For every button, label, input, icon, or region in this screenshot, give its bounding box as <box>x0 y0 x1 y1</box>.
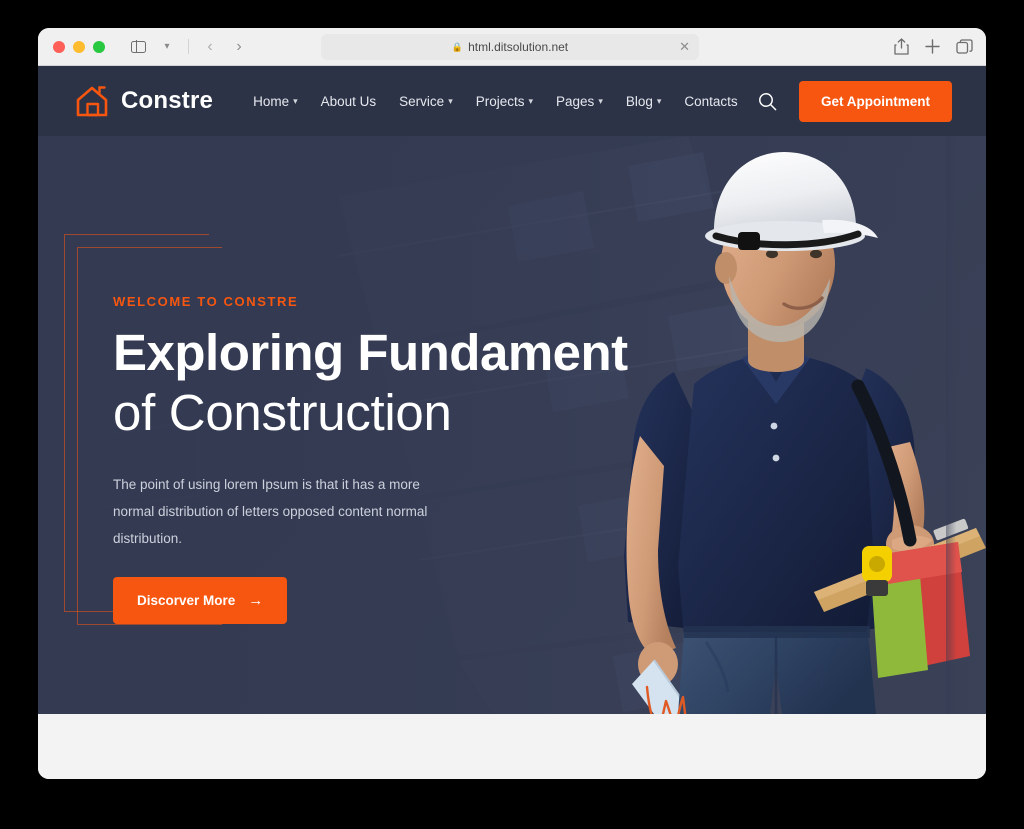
minimize-window-button[interactable] <box>73 40 85 53</box>
toolbar-left-group: ▾ ‹ › <box>125 35 252 59</box>
nav-label: Pages <box>556 93 595 109</box>
nav-label: Blog <box>625 93 653 109</box>
lock-icon: 🔒 <box>451 41 464 52</box>
arrow-right-icon: → <box>248 592 264 610</box>
hero-section: WELCOME TO CONSTRE Exploring Fundament o… <box>38 136 986 714</box>
plus-icon[interactable] <box>925 39 940 54</box>
search-icon[interactable] <box>758 92 777 111</box>
chevron-down-icon: ▾ <box>293 95 298 106</box>
discover-more-button[interactable]: Discorver More → <box>113 577 288 625</box>
nav-item-service[interactable]: Service ▾ <box>399 94 453 109</box>
header-actions: Get Appointment <box>758 80 952 122</box>
nav-label: Contacts <box>684 93 738 109</box>
get-appointment-button[interactable]: Get Appointment <box>799 80 952 122</box>
hero-eyebrow: WELCOME TO CONSTRE <box>113 294 299 309</box>
chevron-down-icon: ▾ <box>528 95 534 106</box>
nav-item-about-us[interactable]: About Us <box>321 94 377 109</box>
main-navigation: Home ▾ About Us Service ▾ Projects ▾ Pag… <box>253 94 738 109</box>
site-header: Constre Home ▾ About Us Service ▾ Projec… <box>38 66 986 136</box>
hero-paragraph: The point of using lorem Ipsum is that i… <box>113 477 428 547</box>
brand-name: Constre <box>121 87 214 114</box>
nav-item-pages[interactable]: Pages ▾ <box>556 94 603 109</box>
nav-label: Service <box>399 93 445 109</box>
chevron-down-icon: ▾ <box>598 95 603 106</box>
discover-more-label: Discorver More <box>137 593 236 609</box>
nav-item-blog[interactable]: Blog ▾ <box>626 94 662 109</box>
stop-loading-icon[interactable]: ✕ <box>679 39 690 55</box>
sidebar-toggle-icon[interactable] <box>125 35 151 59</box>
nav-label: Projects <box>475 93 525 109</box>
next-section-placeholder <box>38 714 986 779</box>
house-icon <box>76 86 108 117</box>
nav-label: About Us <box>320 93 377 109</box>
window-controls <box>53 40 105 53</box>
hero-content: WELCOME TO CONSTRE Exploring Fundament o… <box>38 136 658 625</box>
nav-item-projects[interactable]: Projects ▾ <box>476 94 533 109</box>
address-bar[interactable]: 🔒 html.ditsolution.net ✕ <box>321 34 699 60</box>
browser-toolbar: ▾ ‹ › 🔒 html.ditsolution.net ✕ <box>38 28 986 66</box>
maximize-window-button[interactable] <box>93 40 105 53</box>
chevron-down-icon: ▾ <box>448 95 453 106</box>
browser-window: ▾ ‹ › 🔒 html.ditsolution.net ✕ Constre H… <box>38 28 986 779</box>
hero-title-bold: Exploring Fundament <box>113 324 628 381</box>
nav-item-contacts[interactable]: Contacts <box>684 94 737 109</box>
url-text: html.ditsolution.net <box>468 40 569 54</box>
back-button[interactable]: ‹ <box>197 35 223 59</box>
share-icon[interactable] <box>894 38 909 55</box>
chevron-down-icon: ▾ <box>656 95 662 106</box>
brand-logo[interactable]: Constre <box>74 83 213 119</box>
chevron-down-icon[interactable]: ▾ <box>154 35 180 59</box>
nav-label: Home <box>253 93 290 109</box>
tab-overview-icon[interactable] <box>956 39 973 54</box>
hero-title-light: of Construction <box>113 384 452 442</box>
toolbar-divider <box>188 39 189 54</box>
toolbar-right-group <box>894 38 973 55</box>
nav-item-home[interactable]: Home ▾ <box>253 94 298 109</box>
orange-zigzag-accent <box>645 685 687 714</box>
forward-button[interactable]: › <box>226 35 252 59</box>
website-viewport: Constre Home ▾ About Us Service ▾ Projec… <box>38 66 986 779</box>
close-window-button[interactable] <box>53 40 65 53</box>
